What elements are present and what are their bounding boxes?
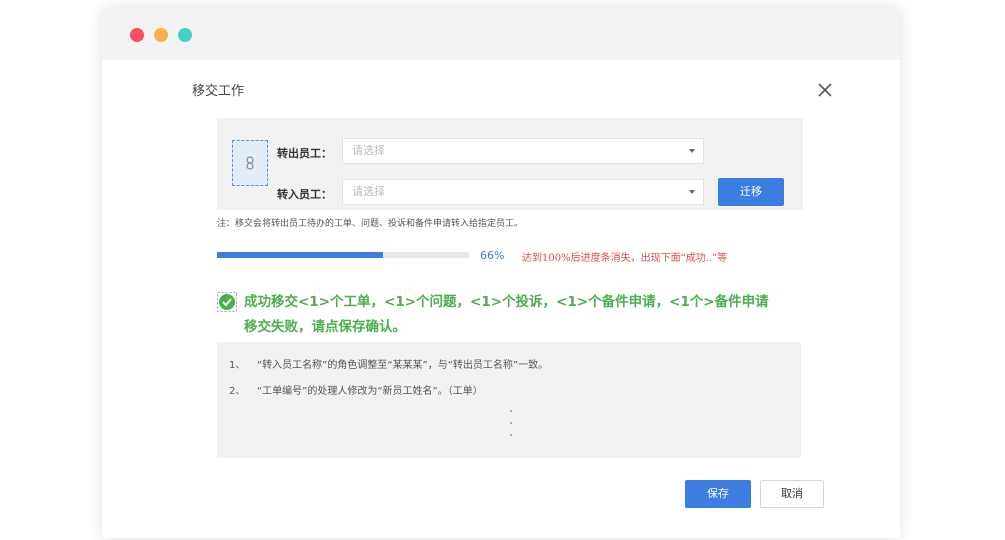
to-employee-select[interactable]: 请选择 <box>342 179 704 205</box>
window-maximize-dot[interactable] <box>178 28 192 42</box>
close-button[interactable] <box>815 80 835 100</box>
success-message-line2: 移交失败，请点保存确认。 <box>244 319 406 335</box>
progress-fill <box>217 252 384 258</box>
window-close-dot[interactable] <box>130 28 144 42</box>
detail-item-number: 1、 <box>229 360 246 371</box>
success-message-line1: 成功移交<1>个工单，<1>个问题，<1>个投诉，<1>个备件申请，<1个>备件… <box>244 294 769 310</box>
cancel-button[interactable]: 取消 <box>760 480 824 508</box>
chevron-down-icon <box>689 149 695 153</box>
close-icon <box>818 83 832 97</box>
detail-item-text: “工单编号”的处理人修改为“新员工姓名”。（工单） <box>257 386 483 397</box>
transfer-note: 注：移交会将转出员工待办的工单、问题、投诉和备件申请转入给指定员工。 <box>217 219 524 229</box>
chain-icon <box>246 156 254 170</box>
to-employee-placeholder: 请选择 <box>352 185 385 198</box>
app-window: 移交工作 转出员工： 请选择 转入员工： 请选择 迁移 注：移交会将转出员工待办… <box>102 8 900 538</box>
progress-hint-annotation: 达到100%后进度条消失，出现下面“成功..”等 <box>522 253 728 264</box>
transfer-button[interactable]: 迁移 <box>718 178 784 206</box>
detail-item-number: 2、 <box>229 386 246 397</box>
to-employee-label: 转入员工： <box>277 188 332 201</box>
transfer-link-icon <box>232 140 268 186</box>
from-employee-select[interactable]: 请选择 <box>342 138 704 164</box>
detail-item: 1、 “转入员工名称”的角色调整至“某某某”，与“转出员工名称”一致。 <box>229 356 548 371</box>
window-minimize-dot[interactable] <box>154 28 168 42</box>
save-button[interactable]: 保存 <box>685 480 751 508</box>
progress-percent: 66% <box>480 249 505 262</box>
transfer-panel: 转出员工： 请选择 转入员工： 请选择 迁移 <box>217 118 803 210</box>
from-employee-placeholder: 请选择 <box>352 144 385 157</box>
details-panel: 1、 “转入员工名称”的角色调整至“某某某”，与“转出员工名称”一致。 2、 “工单… <box>217 342 801 458</box>
progress-bar <box>217 252 469 258</box>
detail-item-text: “转入员工名称”的角色调整至“某某某”，与“转出员工名称”一致。 <box>257 360 549 371</box>
window-titlebar <box>102 8 900 60</box>
check-circle-icon <box>217 292 237 312</box>
more-ellipsis <box>510 410 514 446</box>
from-employee-label: 转出员工： <box>277 147 332 160</box>
chevron-down-icon <box>689 190 695 194</box>
detail-item: 2、 “工单编号”的处理人修改为“新员工姓名”。（工单） <box>229 382 483 397</box>
success-message: 成功移交<1>个工单，<1>个问题，<1>个投诉，<1>个备件申请，<1个>备件… <box>244 290 824 340</box>
dialog-title: 移交工作 <box>192 84 245 99</box>
